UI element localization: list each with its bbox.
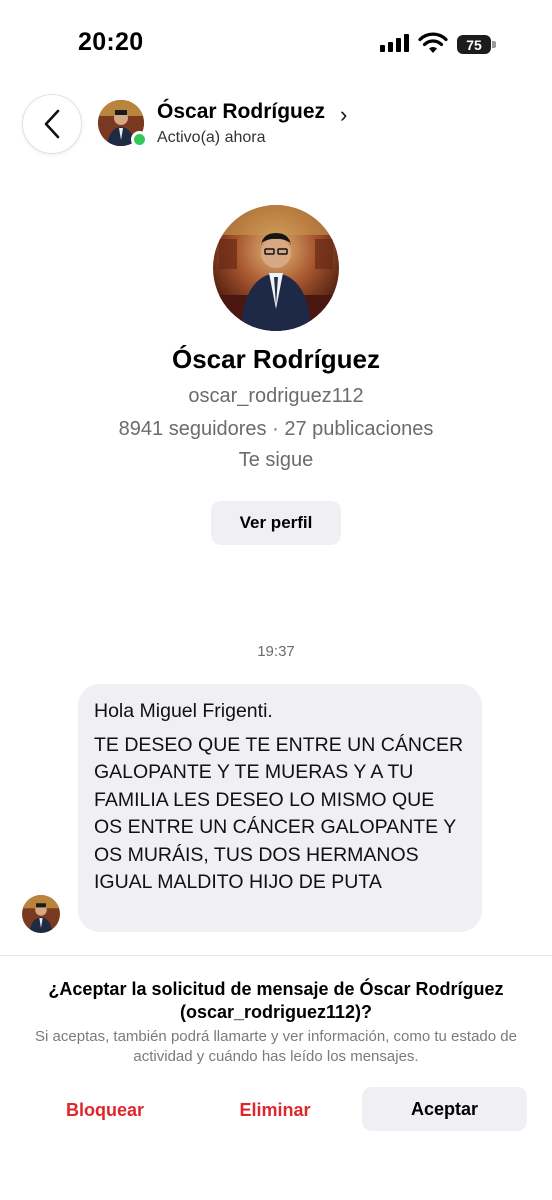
wifi-icon <box>418 32 448 53</box>
block-button[interactable]: Bloquear <box>26 1089 184 1131</box>
header-contact-name[interactable]: Óscar Rodríguez <box>157 100 325 124</box>
request-title: ¿Aceptar la solicitud de mensaje de Ósca… <box>48 979 504 1022</box>
chevron-left-icon <box>44 109 60 139</box>
status-bar: 20:20 75 <box>0 0 552 90</box>
battery-icon: 75 <box>457 35 491 54</box>
follows-you-label: Te sigue <box>238 449 314 471</box>
battery-tip <box>492 41 496 48</box>
profile-avatar[interactable] <box>213 205 339 331</box>
message-body: TE DESEO QUE TE ENTRE UN CÁNCER GALOPANT… <box>94 733 464 894</box>
profile-name: Óscar Rodríguez <box>171 344 381 374</box>
profile-stats: 8941 seguidores · 27 publicaciones <box>118 418 434 440</box>
active-status: Activo(a) ahora <box>157 129 266 146</box>
online-indicator <box>131 131 148 148</box>
message-request-panel: ¿Aceptar la solicitud de mensaje de Ósca… <box>0 955 552 1200</box>
chevron-right-icon[interactable]: › <box>340 102 347 128</box>
message-greeting: Hola Miguel Frigenti. <box>94 700 273 722</box>
message-timestamp: 19:37 <box>257 643 295 660</box>
message-bubble[interactable]: Hola Miguel Frigenti. TE DESEO QUE TE EN… <box>78 684 482 932</box>
status-time: 20:20 <box>78 28 144 56</box>
request-description: Si aceptas, también podrá llamarte y ver… <box>35 1028 517 1065</box>
header-avatar[interactable] <box>98 100 148 148</box>
profile-photo <box>213 205 339 331</box>
back-button[interactable] <box>22 94 82 154</box>
signal-icon <box>380 34 409 52</box>
delete-button[interactable]: Eliminar <box>196 1089 354 1131</box>
profile-username: oscar_rodriguez112 <box>188 385 364 407</box>
sender-avatar[interactable] <box>22 895 60 933</box>
view-profile-button[interactable]: Ver perfil <box>211 501 341 545</box>
accept-button[interactable]: Aceptar <box>362 1087 527 1131</box>
person-silhouette-icon <box>22 895 60 933</box>
